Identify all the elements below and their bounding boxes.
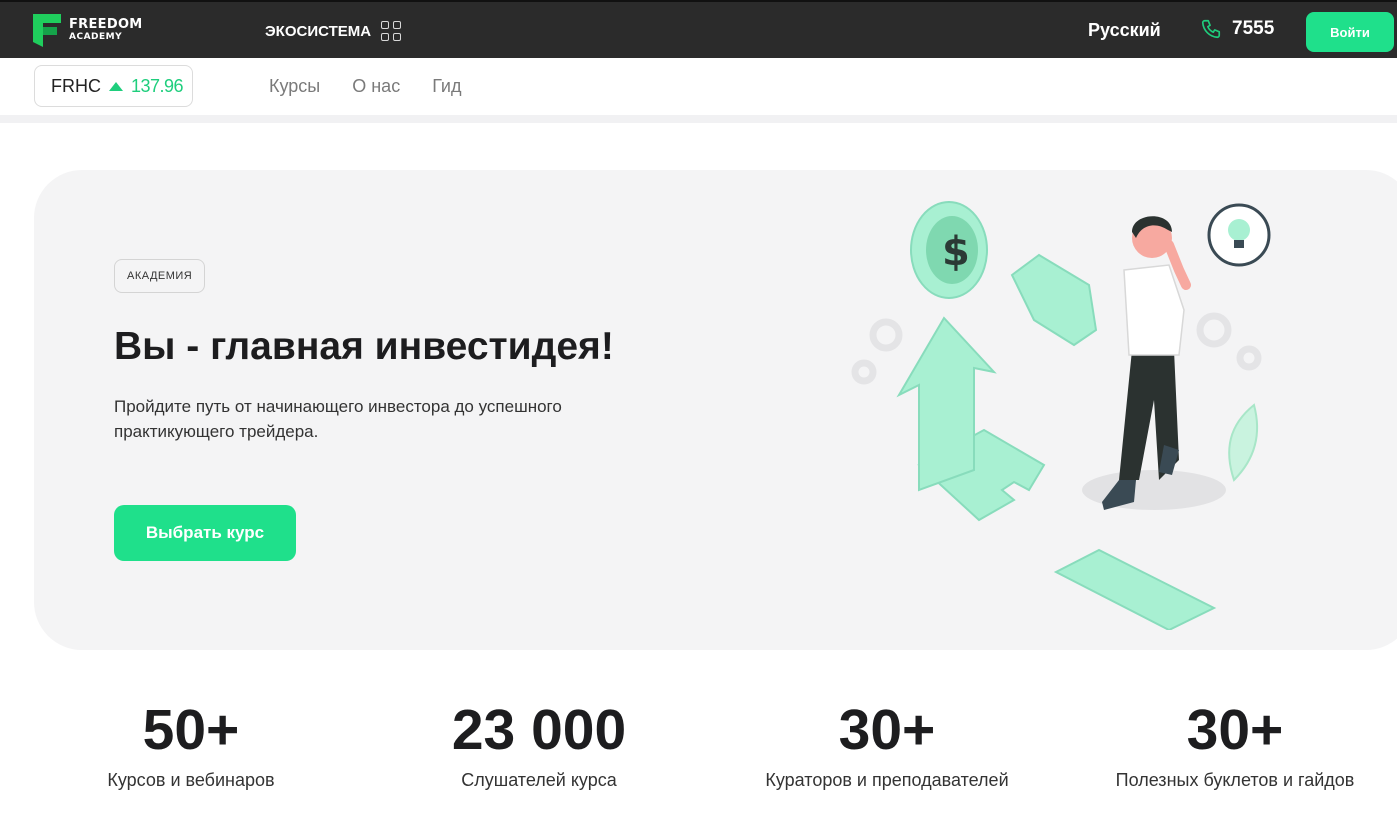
brand-line1: FREEDOM bbox=[69, 16, 143, 32]
nav-item-courses[interactable]: Курсы bbox=[269, 76, 320, 97]
hero-title: Вы - главная инвестидея! bbox=[114, 325, 614, 368]
stat-label: Курсов и вебинаров bbox=[107, 770, 275, 790]
top-header: FREEDOM ACADEMY ЭКОСИСТЕМА Русский 7555 … bbox=[0, 0, 1397, 58]
main-nav: Курсы О нас Гид bbox=[269, 76, 461, 97]
nav-item-about[interactable]: О нас bbox=[352, 76, 400, 97]
stats-section: 50+ Курсов и вебинаров 23 000 Слушателей… bbox=[0, 690, 1397, 810]
stock-ticker[interactable]: FRHC 137.96 bbox=[34, 65, 193, 107]
stat-label: Слушателей курса bbox=[461, 770, 617, 790]
nav-item-guide[interactable]: Гид bbox=[432, 76, 461, 97]
coin-icon: $ bbox=[910, 201, 988, 299]
stat-value: 50+ bbox=[142, 698, 240, 762]
hero-badge: АКАДЕМИЯ bbox=[114, 259, 206, 293]
stat-guides: 30+ Полезных буклетов и гайдов bbox=[1105, 690, 1365, 791]
choose-course-button[interactable]: Выбрать курс bbox=[114, 505, 296, 561]
brand-line2: ACADEMY bbox=[69, 31, 123, 42]
svg-text:$: $ bbox=[942, 229, 970, 275]
phone-number: 7555 bbox=[1232, 18, 1275, 39]
investor-illustration: $ bbox=[851, 201, 1271, 630]
section-divider bbox=[0, 115, 1397, 123]
login-button[interactable]: Войти bbox=[1306, 12, 1394, 52]
stat-courses: 50+ Курсов и вебинаров bbox=[91, 690, 291, 791]
stat-value: 30+ bbox=[838, 698, 936, 762]
person-figure bbox=[1102, 216, 1191, 510]
phone-icon bbox=[1201, 19, 1221, 39]
stat-label: Кураторов и преподавателей bbox=[765, 770, 1009, 790]
freedom-logo-icon bbox=[33, 14, 61, 47]
grid-icon bbox=[381, 21, 402, 41]
stat-curators: 30+ Кураторов и преподавателей bbox=[757, 690, 1017, 791]
ticker-symbol: FRHC bbox=[51, 75, 101, 96]
stat-label: Полезных буклетов и гайдов bbox=[1115, 770, 1355, 790]
lightbulb-icon bbox=[1207, 203, 1271, 267]
phone-link[interactable]: 7555 bbox=[1200, 18, 1274, 40]
stat-value: 23 000 bbox=[451, 698, 627, 762]
language-selector[interactable]: Русский bbox=[1088, 20, 1161, 41]
hero-subtitle: Пройдите путь от начинающего инвестора д… bbox=[114, 397, 562, 441]
ecosystem-menu[interactable]: ЭКОСИСТЕМА bbox=[265, 21, 402, 41]
stat-value: 30+ bbox=[1186, 698, 1284, 762]
brand-name: FREEDOM ACADEMY bbox=[69, 16, 143, 43]
brand-logo[interactable]: FREEDOM ACADEMY bbox=[33, 14, 143, 47]
arrow-up-icon bbox=[109, 81, 123, 91]
stat-listeners: 23 000 Слушателей курса bbox=[429, 690, 649, 791]
ticker-price: 137.96 bbox=[131, 75, 184, 96]
hero-banner: АКАДЕМИЯ Вы - главная инвестидея! Пройди… bbox=[34, 170, 1397, 650]
ecosystem-label: ЭКОСИСТЕМА bbox=[265, 22, 372, 40]
sub-navigation: FRHC 137.96 Курсы О нас Гид bbox=[0, 58, 1397, 115]
